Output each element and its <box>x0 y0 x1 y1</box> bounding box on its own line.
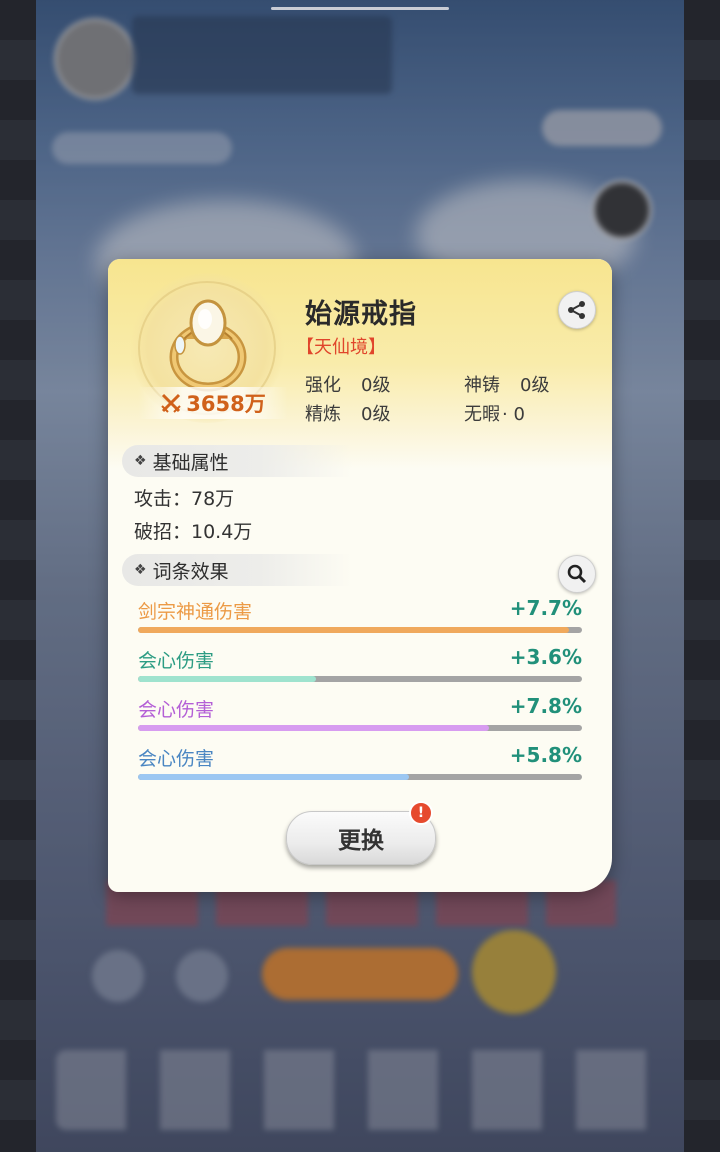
affix-name: 会心伤害 <box>138 699 215 721</box>
top-handle <box>271 7 449 10</box>
affix-progress-bar <box>138 774 582 780</box>
stat-flawless: 无暇 · 0 <box>464 400 525 426</box>
stat-value: 0级 <box>520 375 550 396</box>
diamond-icon: ❖ <box>134 562 147 578</box>
stat-label: 精炼 <box>305 404 341 425</box>
attack-attribute: 攻击：78万 <box>134 488 235 510</box>
affix-progress-fill <box>138 725 489 731</box>
affix-name: 剑宗神通伤害 <box>138 601 253 623</box>
affix-value: +7.7% <box>509 596 582 620</box>
ring-icon <box>169 299 247 392</box>
affix-value: +3.6% <box>509 645 582 669</box>
affix-progress-fill <box>138 627 569 633</box>
affix-title: 词条效果 <box>152 560 229 583</box>
affix-progress-bar <box>138 725 582 731</box>
combat-power: 3658万 <box>138 387 288 419</box>
share-icon <box>568 301 585 319</box>
stat-value: · 0 <box>502 404 525 425</box>
break-attribute: 破招：10.4万 <box>134 521 253 543</box>
affix-value: +5.8% <box>509 743 582 767</box>
right-frame <box>684 0 720 1152</box>
affix-header: ❖ 词条效果 <box>122 554 352 586</box>
stat-label: 强化 <box>305 375 341 396</box>
stat-label: 神铸 <box>464 375 500 396</box>
diamond-icon: ❖ <box>134 453 147 469</box>
crossed-swords-icon <box>161 393 181 413</box>
affix-search-button[interactable] <box>558 555 596 593</box>
stat-value: 0级 <box>361 404 391 425</box>
combat-power-value: 3658万 <box>186 392 266 416</box>
left-frame <box>0 0 36 1152</box>
affix-progress-fill <box>138 676 316 682</box>
affix-progress-fill <box>138 774 409 780</box>
search-icon <box>567 564 587 584</box>
affix-name: 会心伤害 <box>138 748 215 770</box>
affix-progress-bar <box>138 676 582 682</box>
stat-strengthen: 强化 0级 <box>305 371 390 397</box>
affix-value: +7.8% <box>509 694 582 718</box>
base-attributes-header: ❖ 基础属性 <box>122 445 352 477</box>
share-button[interactable] <box>558 291 596 329</box>
stat-divine-cast: 神铸 0级 <box>464 371 549 397</box>
stat-refine: 精炼 0级 <box>305 400 390 426</box>
stat-label: 无暇 <box>464 404 500 425</box>
affix-progress-bar <box>138 627 582 633</box>
stat-value: 0级 <box>361 375 391 396</box>
item-realm: 【天仙境】 <box>296 337 386 358</box>
item-detail-dialog: 3658万 始源戒指 【天仙境】 强化 0级 神铸 0级 精炼 0级 无暇 · 0 ❖ … <box>108 259 612 892</box>
alert-badge: ! <box>409 801 433 825</box>
affix-name: 会心伤害 <box>138 650 215 672</box>
item-name: 始源戒指 <box>305 299 417 330</box>
base-attributes-title: 基础属性 <box>152 451 229 474</box>
